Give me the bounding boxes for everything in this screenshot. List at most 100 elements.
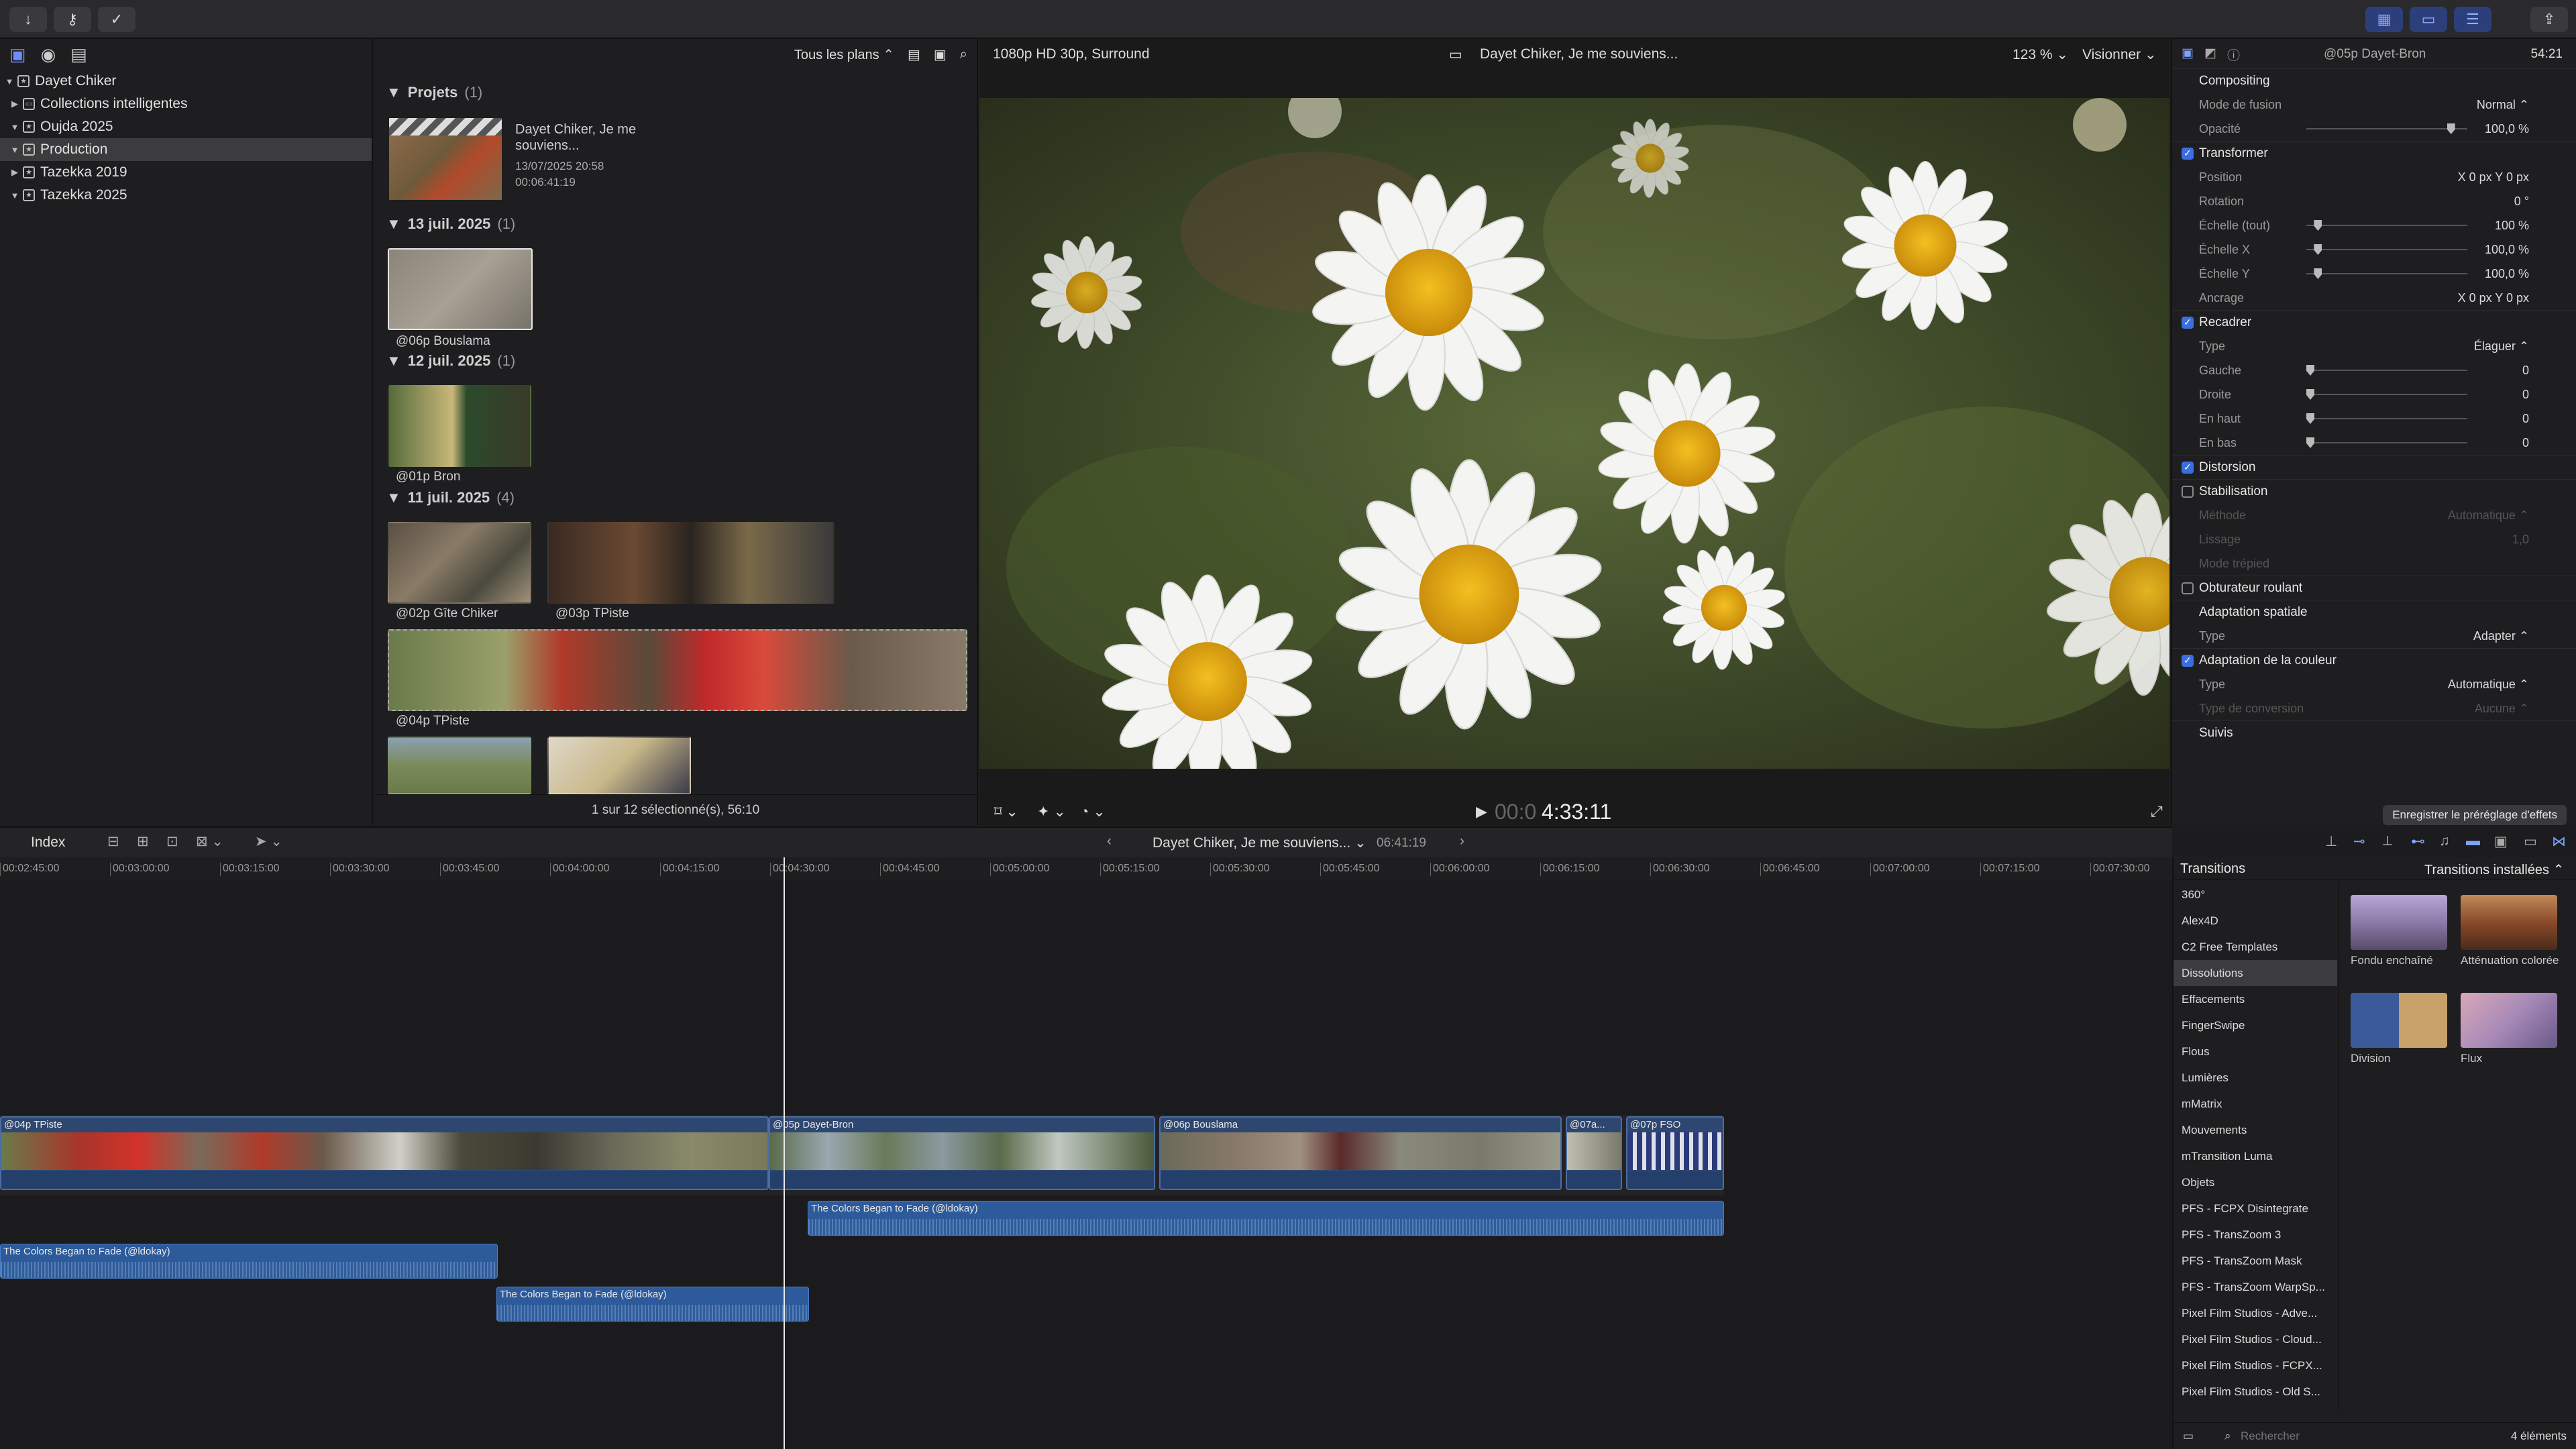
inspector-value[interactable]: X 0 px Y 0 px [2458,291,2529,305]
enhance-icon[interactable]: ✦ ⌄ [1037,803,1066,820]
back-icon[interactable]: ‹ [1107,833,1112,849]
inspector-section[interactable]: Obturateur roulant [2172,576,2576,600]
inspector-row[interactable]: Gauche 0 [2172,358,2576,382]
inspector-value[interactable]: 0 [2522,436,2529,450]
section-checkbox[interactable] [2182,148,2194,160]
insert-clip-icon[interactable]: ⊞ [137,833,149,850]
inspector-value[interactable]: 100,0 % [2485,267,2529,281]
inspector-value[interactable]: 100 % [2495,219,2529,233]
value-slider[interactable] [2306,389,2467,400]
transition-thumbnail[interactable] [2351,895,2447,950]
save-preset-button[interactable]: Enregistrer le préréglage d'effets [2383,805,2567,825]
clip-thumbnail[interactable] [388,629,967,711]
transition-category[interactable]: PFS - TransZoom WarpSp... [2174,1274,2337,1300]
info-icon[interactable]: ⓘ [2227,46,2240,64]
section-checkbox[interactable] [2182,317,2194,329]
media-icon[interactable]: ▣ [9,44,26,65]
inspector-value[interactable]: 0 [2522,364,2529,378]
clip-thumbnail[interactable] [388,248,533,330]
clip-thumbnail[interactable] [388,522,531,604]
key-icon[interactable]: ⚷ [54,7,91,32]
inspector-row[interactable]: Type Automatique ⌃ [2172,672,2576,696]
value-slider[interactable] [2306,268,2467,279]
value-slider[interactable] [2306,437,2467,448]
timeline-ruler[interactable]: 00:02:45:00 00:03:00:00 00:03:15:00 00:03:3… [0,857,2172,880]
inspector-layout-icon[interactable]: ☰ [2454,7,2491,32]
inspector-section[interactable]: Distorsion [2172,455,2576,479]
checkmark-icon[interactable]: ✓ [98,7,136,32]
section-header[interactable]: ▼ 11 juil. 2025 (4) [374,486,515,510]
audio-clip[interactable]: The Colors Began to Fade (@ldokay) [808,1201,1724,1236]
solo-icon[interactable]: ⟂ [2383,833,2392,849]
transition-thumbnail[interactable] [2461,895,2557,950]
slider-knob[interactable] [2314,244,2322,255]
search-icon[interactable]: ⌕ [960,47,967,62]
inspector-row[interactable]: Mode trépied [2172,551,2576,576]
import-icon[interactable]: ↓ [9,7,47,32]
inspector-value[interactable]: Normal ⌃ [2477,98,2529,112]
transform-icon[interactable]: ⌑ ⌄ [994,803,1018,820]
transition-category[interactable]: mMatrix [2174,1091,2337,1117]
transition-category[interactable]: Dissolutions [2174,960,2337,986]
inspector-value[interactable]: 0 ° [2514,195,2529,209]
section-checkbox[interactable] [2182,462,2194,474]
transition-category[interactable]: Alex4D [2174,908,2337,934]
titles-icon[interactable]: ▤ [70,44,87,65]
transitions-icon[interactable]: ⋈ [2552,833,2566,850]
timeline-project-title[interactable]: Dayet Chiker, Je me souviens... ⌄ [1152,835,1366,851]
inspector-row[interactable]: Type de conversion Aucune ⌃ [2172,696,2576,720]
forward-icon[interactable]: › [1460,833,1464,849]
inspector-value[interactable]: 0 [2522,412,2529,426]
list-view-icon[interactable]: ▤ [908,46,920,63]
inspector-section[interactable]: Recadrer [2172,310,2576,334]
transition-category[interactable]: Pixel Film Studios - Adve... [2174,1300,2337,1326]
skimming-icon[interactable]: ⊸ [2353,833,2365,850]
disclosure-open-icon[interactable]: ▼ [9,191,20,201]
transition-category[interactable]: Pixel Film Studios - Sl... [2174,1405,2337,1412]
headphones-icon[interactable]: ♫ [2439,833,2450,849]
transitions-browser-icon[interactable]: ▭ [2524,833,2537,850]
append-clip-icon[interactable]: ⊡ [166,833,178,850]
transition-category[interactable]: Effacements [2174,986,2337,1012]
inspector-row[interactable]: Méthode Automatique ⌃ [2172,503,2576,527]
transition-category[interactable]: Lumières [2174,1065,2337,1091]
library-item[interactable]: ▶ ▭ Collections intelligentes [0,93,372,115]
disclosure-closed-icon[interactable]: ▶ [9,99,20,109]
video-clip[interactable]: @07p FSO [1626,1116,1724,1190]
play-icon[interactable]: ▶ [1476,803,1487,820]
inspector-row[interactable]: Échelle X 100,0 % [2172,237,2576,262]
project-thumbnail[interactable] [388,117,503,201]
video-inspector-icon[interactable]: ▣ [2182,46,2194,61]
slider-knob[interactable] [2314,220,2322,231]
audio-clip[interactable]: The Colors Began to Fade (@ldokay) [0,1244,498,1279]
inspector-row[interactable]: Type Adapter ⌃ [2172,624,2576,648]
inspector-row[interactable]: Mode de fusion Normal ⌃ [2172,93,2576,117]
transition-category[interactable]: Pixel Film Studios - Old S... [2174,1379,2337,1405]
clip-thumbnail[interactable] [547,737,691,794]
inspector-value[interactable]: 0 [2522,388,2529,402]
transition-thumbnail[interactable] [2461,993,2557,1048]
playhead[interactable] [784,857,785,1449]
share-icon[interactable]: ⇪ [2530,7,2568,32]
slider-knob[interactable] [2306,389,2314,400]
photos-icon[interactable]: ◉ [41,44,56,65]
slider-knob[interactable] [2314,268,2322,279]
inspector-section[interactable]: Adaptation spatiale [2172,600,2576,624]
library-item[interactable]: ▼ ★ Oujda 2025 [0,115,372,138]
inspector-section[interactable]: Stabilisation [2172,479,2576,503]
inspector-row[interactable]: En haut 0 [2172,407,2576,431]
clip-thumbnail[interactable] [547,522,835,604]
inspector-row[interactable]: Échelle Y 100,0 % [2172,262,2576,286]
inspector-row[interactable]: En bas 0 [2172,431,2576,455]
video-clip[interactable]: @04p TPiste [0,1116,769,1190]
clip-thumbnail[interactable] [388,385,531,467]
video-clip[interactable]: @07a... [1566,1116,1622,1190]
transition-category[interactable]: Objets [2174,1169,2337,1195]
timeline-layout-icon[interactable]: ▭ [2410,7,2447,32]
inspector-value[interactable]: 1,0 [2512,533,2529,547]
transition-category[interactable]: Mouvements [2174,1117,2337,1143]
inspector-section[interactable]: Compositing [2172,68,2576,93]
video-clip[interactable]: @05p Dayet-Bron [769,1116,1155,1190]
slider-knob[interactable] [2447,123,2455,134]
sidebar-toggle-icon[interactable]: ▭ [2183,1430,2194,1443]
